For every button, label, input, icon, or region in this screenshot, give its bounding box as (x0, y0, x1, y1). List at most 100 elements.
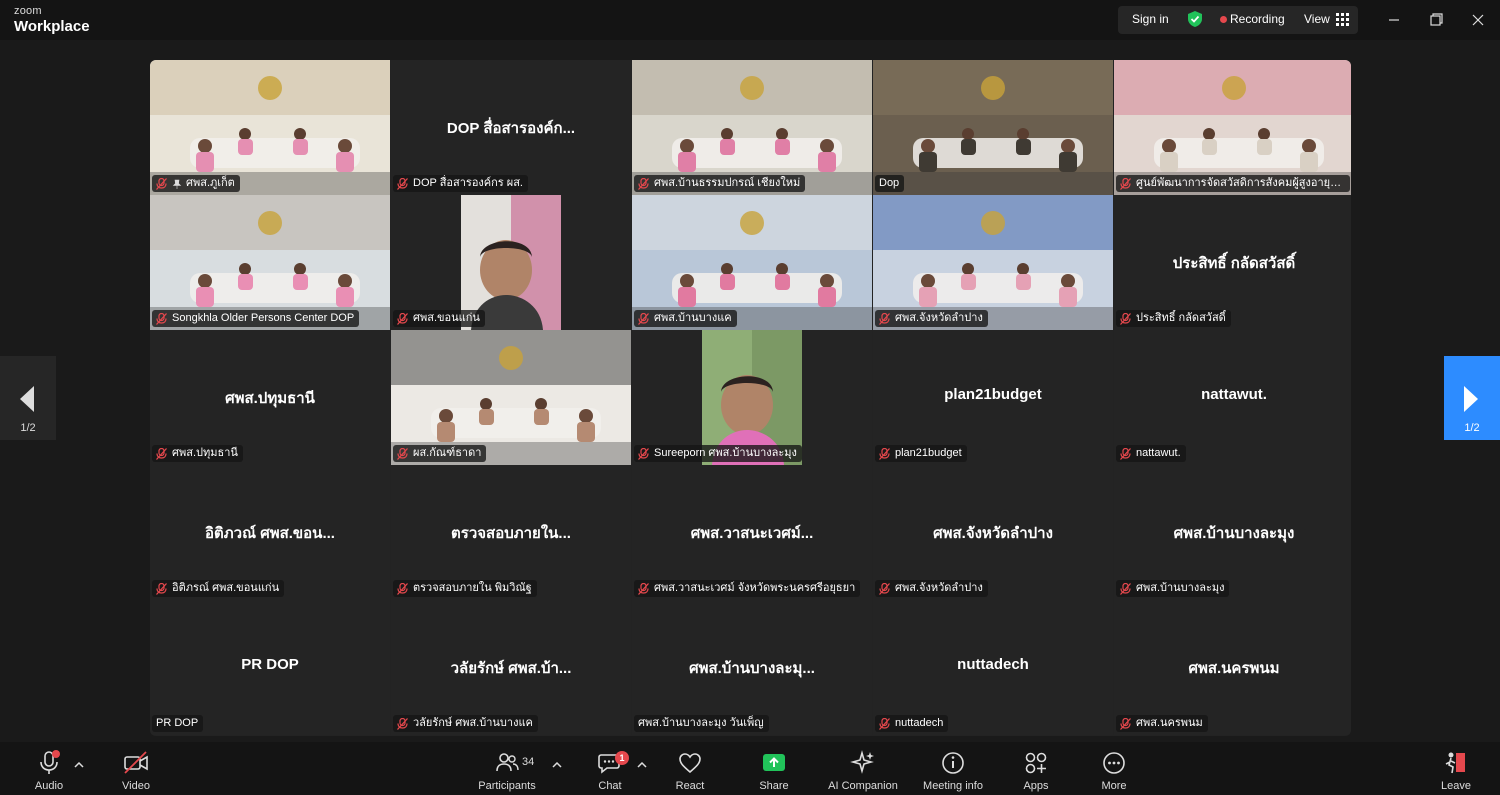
apps-button[interactable]: Apps (1018, 750, 1054, 794)
share-button[interactable]: Share (752, 750, 796, 794)
audio-button[interactable]: Audio (28, 750, 70, 794)
close-icon[interactable] (1468, 10, 1488, 30)
minimize-icon[interactable] (1384, 10, 1404, 30)
participant-tile[interactable]: plan21budget plan21budget (873, 330, 1113, 465)
participant-tile[interactable]: Sureeporn ศพส.บ้านบางละมุง (632, 330, 872, 465)
recording-indicator[interactable]: Recording (1230, 12, 1285, 26)
audio-options-chevron-icon[interactable] (74, 760, 84, 770)
participant-display-name: ศพส.บ้านบางละมุ... (689, 660, 815, 677)
participant-name-label: ศพส.จังหวัดลำปาง (875, 580, 988, 597)
participant-name-text: ศพส.วาสนะเวศม์ จังหวัดพระนครศรีอยุธยา (654, 582, 856, 594)
mic-muted-icon (638, 177, 649, 190)
participant-tile[interactable]: ศพส.บ้านบางแค (632, 195, 872, 330)
participant-tile[interactable]: ผส.กัณฑ์ธาดา (391, 330, 631, 465)
apps-label: Apps (1023, 780, 1049, 792)
participant-name-label: ศพส.บ้านบางละมุง วันเพ็ญ (634, 715, 769, 732)
participant-name-text: ศูนย์พัฒนาการจัดสวัสดิการสังคมผู้สูงอายุ… (1136, 177, 1345, 189)
participant-name-label: ศพส.ปทุมธานี (152, 445, 243, 462)
ai-companion-button[interactable]: AI Companion (826, 750, 900, 794)
sign-in-link[interactable]: Sign in (1132, 12, 1169, 26)
mic-muted-icon (156, 312, 167, 325)
participant-name-label: อิติภรณ์ ศพส.ขอนแก่น (152, 580, 285, 597)
previous-page-button[interactable]: 1/2 (0, 356, 56, 440)
participant-display-name: ศพส.ปทุมธานี (225, 390, 315, 407)
participant-name-text: ศพส.บ้านธรรมปกรณ์ เชียงใหม่ (654, 177, 801, 189)
mic-muted-icon (879, 447, 890, 460)
participants-options-chevron-icon[interactable] (552, 760, 562, 770)
leave-door-icon (1445, 752, 1465, 774)
mic-muted-icon (1120, 312, 1131, 325)
participant-tile[interactable]: ศพส.นครพนม ศพส.นครพนม (1114, 600, 1351, 735)
encryption-shield-icon[interactable] (1186, 10, 1204, 28)
mic-muted-icon (1120, 177, 1131, 190)
chat-options-chevron-icon[interactable] (637, 760, 647, 770)
participant-tile[interactable]: ศูนย์พัฒนาการจัดสวัสดิการสังคมผู้สูงอายุ… (1114, 60, 1351, 195)
meeting-info-button[interactable]: Meeting info (918, 750, 988, 794)
participant-name-label: ศพส.จังหวัดลำปาง (875, 310, 988, 327)
grid-view-icon[interactable] (1336, 13, 1349, 26)
participants-label: Participants (478, 780, 536, 792)
more-button[interactable]: More (1096, 750, 1132, 794)
audio-label: Audio (34, 780, 64, 792)
participant-tile[interactable]: อิติภวณ์ ศพส.ขอน... อิติภรณ์ ศพส.ขอนแก่น (150, 465, 390, 600)
mic-muted-icon (156, 177, 167, 190)
mic-muted-icon (879, 582, 890, 595)
participant-tile[interactable]: ศพส.ขอนแก่น (391, 195, 631, 330)
participant-tile[interactable]: DOP สื่อสารองค์ก... DOP สื่อสารองค์กร ผส. (391, 60, 631, 195)
participants-icon (496, 753, 519, 772)
participant-tile[interactable]: ศพส.วาสนะเวศม์... ศพส.วาสนะเวศม์ จังหวัดพ… (632, 465, 872, 600)
participant-name-text: ตรวจสอบภายใน พิมวิณัฐ (413, 582, 532, 594)
participant-tile[interactable]: nattawut. nattawut. (1114, 330, 1351, 465)
page-indicator-right: 1/2 (1464, 422, 1480, 434)
participant-display-name: ตรวจสอบภายใน... (451, 525, 571, 542)
participant-name-label: ศพส.ภูเก็ต (152, 175, 240, 192)
restore-icon[interactable] (1426, 10, 1446, 30)
heart-icon (679, 753, 701, 774)
app-logo: zoom Workplace (14, 5, 90, 35)
title-bar: zoom Workplace Sign in Recording View (0, 0, 1500, 40)
participant-tile[interactable]: PR DOP PR DOP (150, 600, 390, 735)
participant-tile[interactable]: ศพส.บ้านบางละมุง ศพส.บ้านบางละมุง (1114, 465, 1351, 600)
participant-name-text: DOP สื่อสารองค์กร ผส. (413, 177, 523, 189)
participant-name-label: nattawut. (1116, 445, 1186, 462)
participant-tile[interactable]: ตรวจสอบภายใน... ตรวจสอบภายใน พิมวิณัฐ (391, 465, 631, 600)
participant-tile[interactable]: ศพส.จังหวัดลำปาง ศพส.จังหวัดลำปาง (873, 465, 1113, 600)
mic-muted-icon (879, 717, 890, 730)
next-page-button[interactable]: 1/2 (1444, 356, 1500, 440)
participant-name-label: ตรวจสอบภายใน พิมวิณัฐ (393, 580, 537, 597)
react-button[interactable]: React (670, 750, 710, 794)
participant-tile[interactable]: ศพส.ปทุมธานี ศพส.ปทุมธานี (150, 330, 390, 465)
participant-display-name: วลัยรักษ์ ศพส.บ้า... (450, 660, 572, 677)
participant-name-text: ศพส.บ้านบางละมุง วันเพ็ญ (638, 717, 764, 729)
participant-name-label: ศูนย์พัฒนาการจัดสวัสดิการสังคมผู้สูงอายุ… (1116, 175, 1350, 192)
participant-tile[interactable]: ศพส.จังหวัดลำปาง (873, 195, 1113, 330)
mic-muted-icon (397, 312, 408, 325)
participant-tile[interactable]: วลัยรักษ์ ศพส.บ้า... วลัยรักษ์ ศพส.บ้านบา… (391, 600, 631, 735)
leave-button[interactable]: Leave (1436, 750, 1476, 794)
mic-muted-icon (397, 177, 408, 190)
video-button[interactable]: Video (114, 750, 158, 794)
participant-name-text: nuttadech (895, 717, 944, 729)
title-bar-actions: Sign in Recording View (1118, 6, 1358, 34)
mic-muted-icon (638, 312, 649, 325)
participant-tile[interactable]: nuttadech nuttadech (873, 600, 1113, 735)
participant-name-text: nattawut. (1136, 447, 1181, 459)
arrow-left-icon (20, 386, 34, 412)
participant-tile[interactable]: Songkhla Older Persons Center DOP (150, 195, 390, 330)
view-button[interactable]: View (1304, 12, 1330, 26)
participant-name-text: Dop (879, 177, 900, 189)
participant-display-name: PR DOP (241, 656, 299, 673)
brand-top: zoom (14, 5, 42, 17)
participant-tile[interactable]: ประสิทธิ์ กลัดสวัสดิ์ ประสิทธิ์ กลัดสวัสด… (1114, 195, 1351, 330)
participant-tile[interactable]: ศพส.ภูเก็ต (150, 60, 390, 195)
participant-tile[interactable]: ศพส.บ้านบางละมุ... ศพส.บ้านบางละมุง วันเพ… (632, 600, 872, 735)
participant-display-name: อิติภวณ์ ศพส.ขอน... (205, 525, 335, 542)
participant-name-text: ศพส.ขอนแก่น (413, 312, 480, 324)
more-dots-icon (1103, 752, 1125, 774)
participant-tile[interactable]: Dop (873, 60, 1113, 195)
mic-muted-icon (1120, 447, 1131, 460)
participant-name-text: PR DOP (156, 717, 199, 729)
participant-display-name: ศพส.วาสนะเวศม์... (690, 525, 814, 542)
participant-tile[interactable]: ศพส.บ้านธรรมปกรณ์ เชียงใหม่ (632, 60, 872, 195)
participant-name-text: ศพส.นครพนม (1136, 717, 1203, 729)
